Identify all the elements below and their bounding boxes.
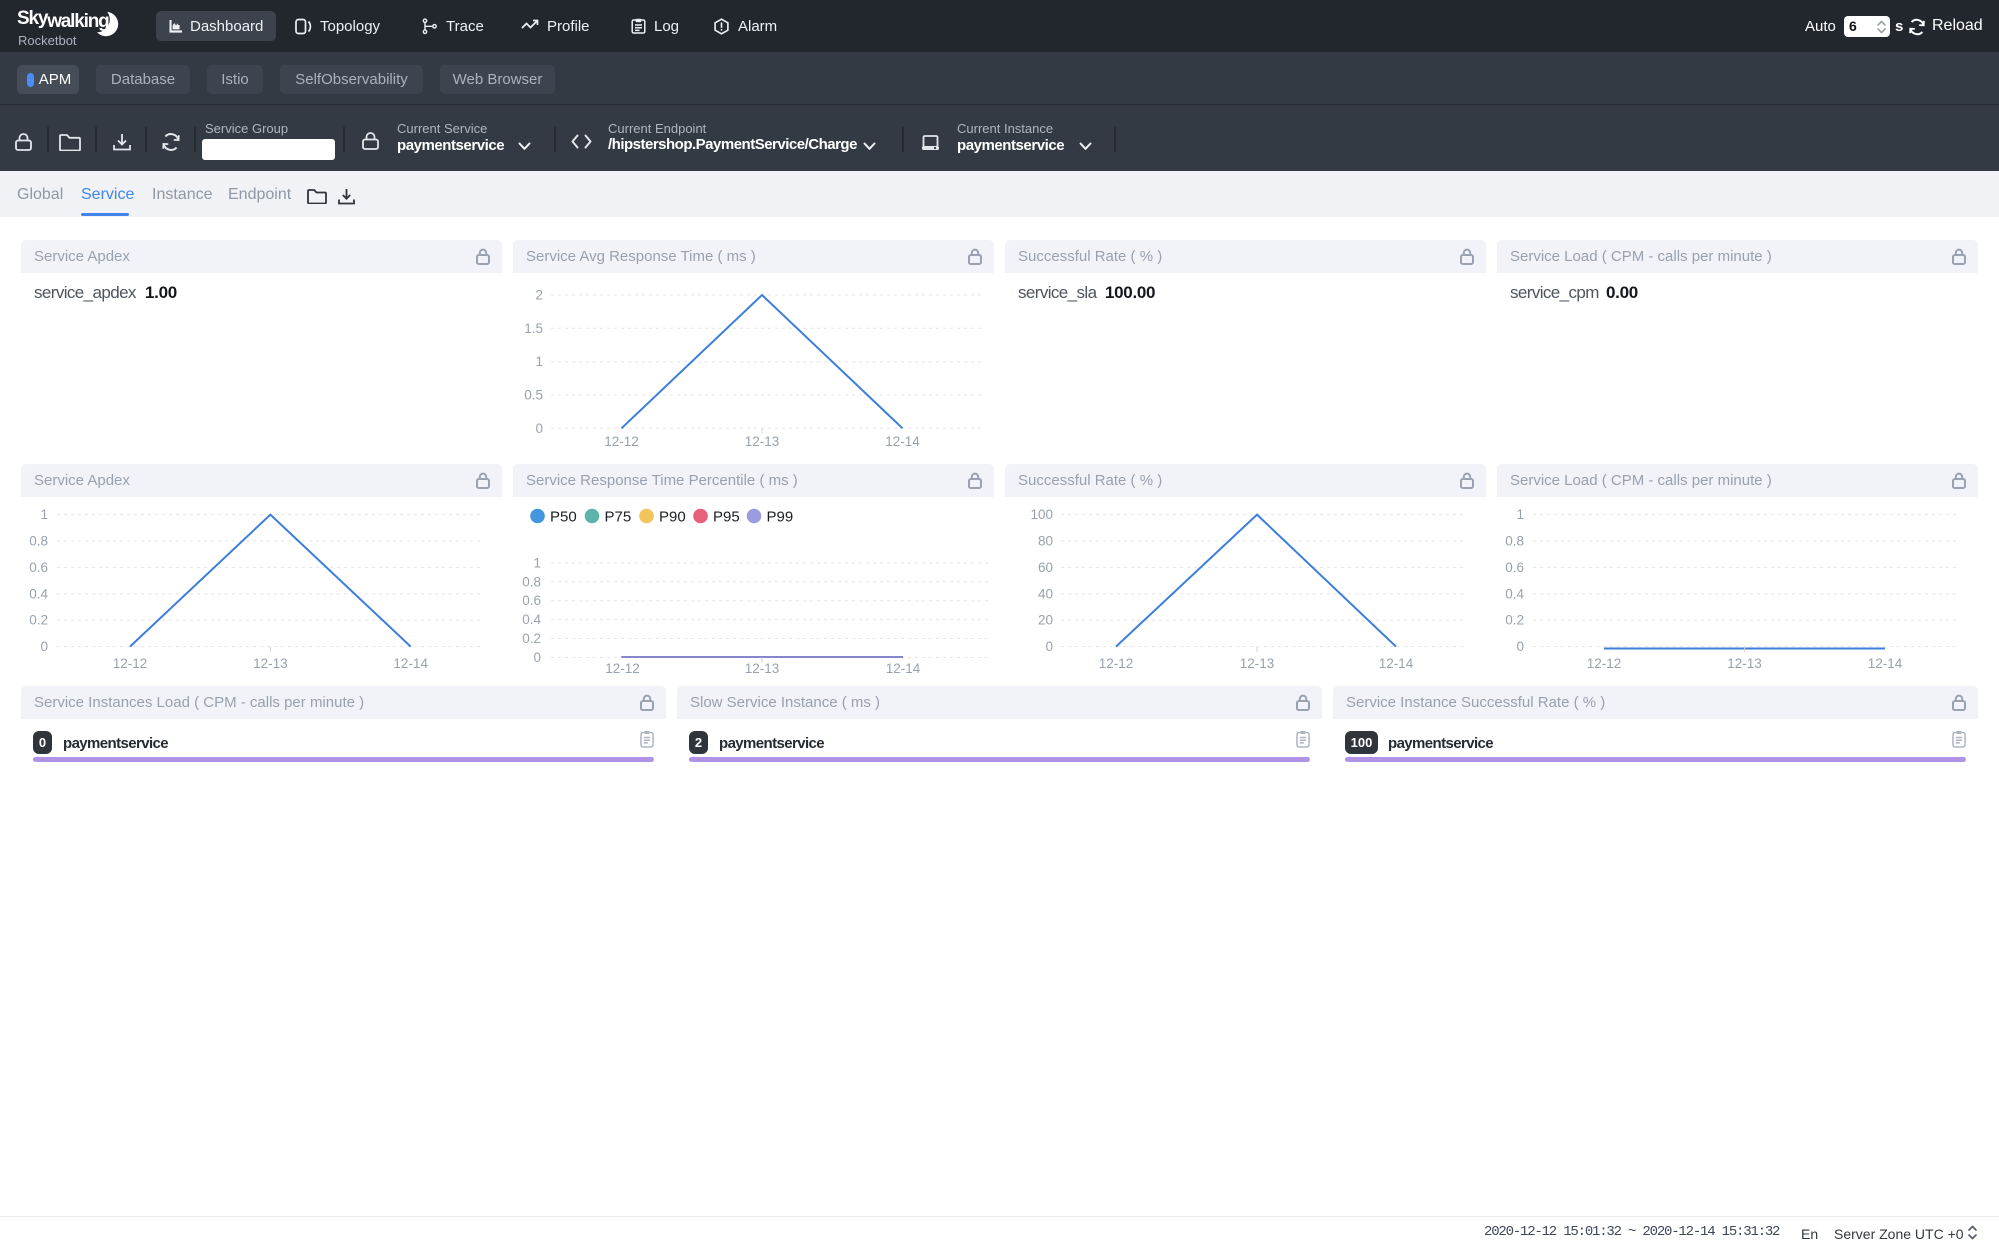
svg-text:12-13: 12-13 [1240, 656, 1275, 671]
svg-text:0.8: 0.8 [29, 534, 48, 549]
svg-text:0.2: 0.2 [29, 613, 48, 628]
svg-text:12-13: 12-13 [253, 656, 288, 671]
svg-text:1: 1 [533, 555, 541, 570]
svg-text:12-13: 12-13 [1727, 656, 1762, 671]
svg-text:0: 0 [40, 639, 48, 654]
svg-text:0.5: 0.5 [524, 388, 543, 403]
svg-text:0: 0 [1516, 639, 1524, 654]
svg-text:80: 80 [1038, 534, 1053, 549]
svg-text:1: 1 [1516, 507, 1524, 522]
svg-text:P95: P95 [713, 509, 740, 526]
svg-text:0.6: 0.6 [522, 593, 541, 608]
svg-text:0.4: 0.4 [1505, 586, 1524, 601]
svg-text:1: 1 [535, 354, 543, 369]
svg-text:12-12: 12-12 [605, 661, 640, 676]
svg-text:12-14: 12-14 [1379, 656, 1414, 671]
svg-text:P90: P90 [659, 509, 686, 526]
svg-text:12-13: 12-13 [745, 434, 780, 449]
svg-text:2: 2 [535, 288, 543, 303]
svg-text:100: 100 [1030, 507, 1053, 522]
svg-text:1.5: 1.5 [524, 321, 543, 336]
svg-text:1: 1 [40, 507, 48, 522]
svg-text:12-14: 12-14 [393, 656, 428, 671]
svg-text:0.4: 0.4 [522, 612, 541, 627]
svg-text:0.4: 0.4 [29, 586, 48, 601]
svg-text:0.2: 0.2 [522, 631, 541, 646]
svg-text:12-14: 12-14 [886, 661, 921, 676]
svg-text:12-13: 12-13 [745, 661, 780, 676]
svg-text:60: 60 [1038, 560, 1053, 575]
svg-text:0.8: 0.8 [522, 574, 541, 589]
svg-text:P99: P99 [767, 509, 794, 526]
svg-text:12-14: 12-14 [885, 434, 920, 449]
svg-text:0.6: 0.6 [1505, 560, 1524, 575]
svg-text:P50: P50 [550, 509, 577, 526]
svg-text:12-12: 12-12 [1587, 656, 1622, 671]
svg-text:0: 0 [535, 421, 543, 436]
svg-text:0.8: 0.8 [1505, 534, 1524, 549]
svg-text:12-14: 12-14 [1868, 656, 1903, 671]
svg-text:0.2: 0.2 [1505, 613, 1524, 628]
svg-text:12-12: 12-12 [1099, 656, 1134, 671]
svg-text:0: 0 [1045, 639, 1053, 654]
svg-text:20: 20 [1038, 613, 1053, 628]
svg-text:12-12: 12-12 [604, 434, 639, 449]
svg-text:0: 0 [533, 650, 541, 665]
svg-text:12-12: 12-12 [113, 656, 148, 671]
svg-text:0.6: 0.6 [29, 560, 48, 575]
svg-text:P75: P75 [605, 509, 632, 526]
svg-text:40: 40 [1038, 586, 1053, 601]
